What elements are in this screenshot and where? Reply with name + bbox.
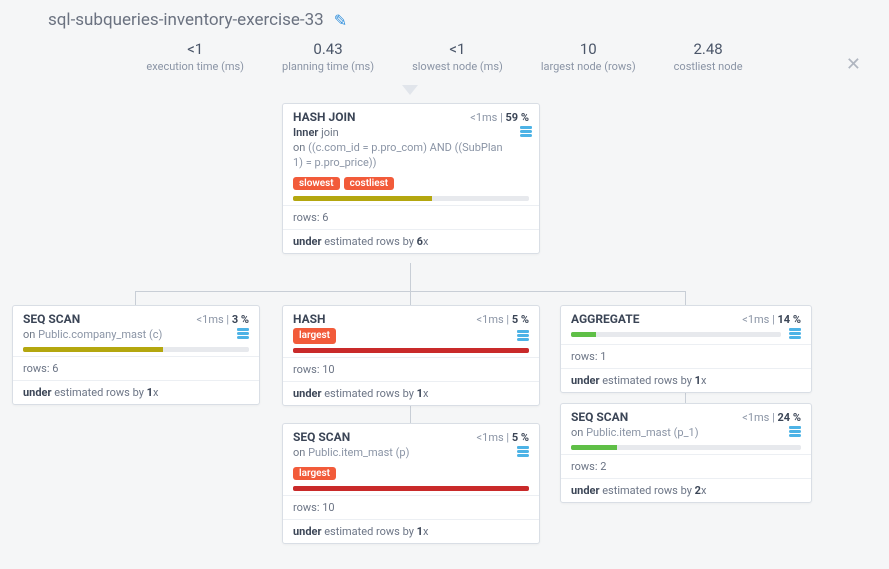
disk-icon [789, 328, 801, 340]
cost-bar [293, 486, 529, 491]
node-hash-join[interactable]: HASH JOIN <1ms | 59 % Inner join on ((c.… [282, 103, 540, 254]
metric-value: 2.48 [674, 40, 743, 58]
node-title: AGGREGATE [571, 312, 639, 326]
node-stats: <1ms | 5 % [477, 431, 529, 444]
close-icon[interactable]: ✕ [846, 54, 861, 75]
node-stats: <1ms | 14 % [742, 313, 801, 326]
node-title: HASH [293, 312, 326, 326]
rows-line: rows: 2 [561, 454, 811, 478]
node-subtitle: on Public.company_mast (c) [13, 328, 259, 347]
metric-plan-time: 0.43 planning time (ms) [282, 40, 374, 73]
estimate-line: under estimated rows by 1x [13, 380, 259, 404]
metric-exec-time: <1 execution time (ms) [146, 40, 244, 73]
metric-label: slowest node (ms) [412, 60, 503, 73]
badge-largest: largest [293, 328, 336, 344]
node-seqscan-item-p1[interactable]: SEQ SCAN <1ms | 24 % on Public.item_mast… [560, 403, 812, 503]
node-title: SEQ SCAN [293, 430, 350, 444]
node-stats: <1ms | 59 % [470, 111, 529, 124]
node-seqscan-item[interactable]: SEQ SCAN <1ms | 5 % on Public.item_mast … [282, 423, 540, 544]
node-subtitle: Inner join on ((c.com_id = p.pro_com) AN… [283, 126, 539, 175]
metric-value: <1 [146, 40, 244, 58]
rows-line: rows: 6 [13, 356, 259, 380]
disk-icon [517, 330, 529, 342]
node-hash[interactable]: HASH <1ms | 5 % largest rows: 10 under e… [282, 305, 540, 406]
disk-icon [517, 446, 529, 458]
node-aggregate[interactable]: AGGREGATE <1ms | 14 % rows: 1 under esti… [560, 305, 812, 393]
metric-label: costliest node [674, 60, 743, 73]
estimate-line: under estimated rows by 1x [561, 368, 811, 392]
disk-icon [520, 126, 529, 138]
metric-costliest: 2.48 costliest node [674, 40, 743, 73]
node-stats: <1ms | 3 % [197, 313, 249, 326]
node-seqscan-company[interactable]: SEQ SCAN <1ms | 3 % on Public.company_ma… [12, 305, 260, 405]
cost-bar [293, 196, 529, 201]
connector [410, 291, 411, 305]
rows-line: rows: 1 [561, 344, 811, 368]
node-title: SEQ SCAN [23, 312, 80, 326]
metric-label: execution time (ms) [146, 60, 244, 73]
cost-bar [23, 347, 249, 352]
node-stats: <1ms | 24 % [742, 411, 801, 424]
node-title: SEQ SCAN [571, 410, 628, 424]
badge-costliest: costliest [344, 177, 394, 190]
connector [685, 291, 686, 305]
pencil-icon[interactable]: ✎ [334, 11, 347, 30]
estimate-line: under estimated rows by 1x [283, 381, 539, 405]
badge-slowest: slowest [293, 177, 340, 190]
connector [410, 263, 411, 291]
node-badges: slowest costliest [283, 175, 539, 196]
node-subtitle: on Public.item_mast (p_1) [561, 426, 811, 445]
page-title: sql-subqueries-inventory-exercise-33 [48, 10, 324, 30]
pointer-icon [402, 85, 418, 95]
rows-line: rows: 6 [283, 205, 539, 229]
metric-label: planning time (ms) [282, 60, 374, 73]
node-subtitle: on Public.item_mast (p) [283, 446, 539, 465]
cost-bar [571, 445, 801, 450]
metric-value: 0.43 [282, 40, 374, 58]
estimate-line: under estimated rows by 6x [283, 229, 539, 253]
cost-bar [571, 332, 781, 337]
node-title: HASH JOIN [293, 110, 355, 124]
metric-value: <1 [412, 40, 503, 58]
disk-icon [237, 328, 249, 340]
metric-largest: 10 largest node (rows) [541, 40, 636, 73]
plan-canvas: HASH JOIN <1ms | 59 % Inner join on ((c.… [0, 85, 889, 565]
rows-line: rows: 10 [283, 357, 539, 381]
metric-value: 10 [541, 40, 636, 58]
connector [135, 291, 136, 305]
rows-line: rows: 10 [283, 495, 539, 519]
estimate-line: under estimated rows by 2x [561, 478, 811, 502]
metric-slowest: <1 slowest node (ms) [412, 40, 503, 73]
estimate-line: under estimated rows by 1x [283, 519, 539, 543]
metric-label: largest node (rows) [541, 60, 636, 73]
badge-largest: largest [293, 467, 336, 480]
metrics-bar: <1 execution time (ms) 0.43 planning tim… [0, 36, 889, 85]
cost-bar [293, 348, 529, 353]
disk-icon [789, 426, 801, 438]
node-stats: <1ms | 5 % [477, 313, 529, 326]
